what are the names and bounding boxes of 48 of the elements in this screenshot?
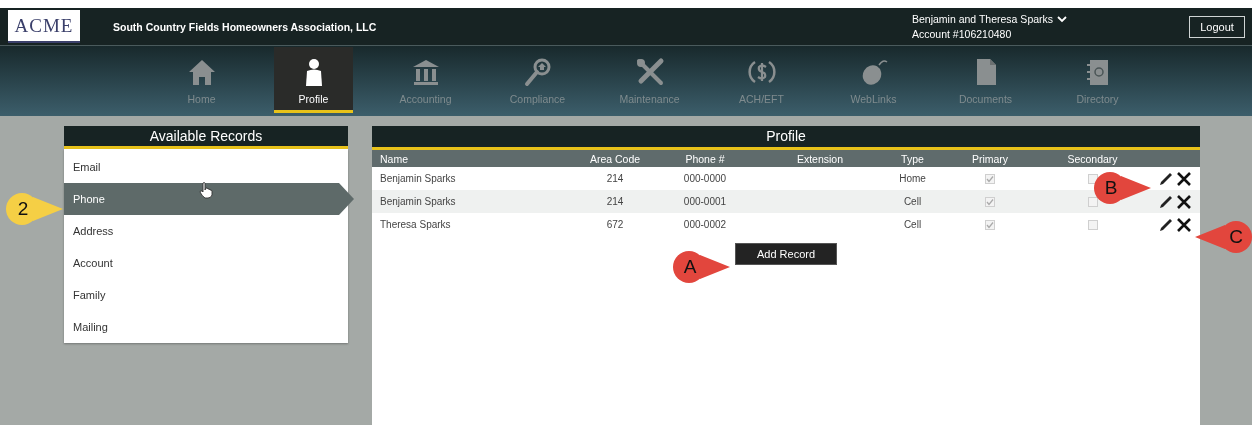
record-item[interactable]: Address <box>64 215 348 247</box>
pencil-icon[interactable] <box>1158 170 1174 187</box>
delete-icon[interactable] <box>1176 216 1192 233</box>
delete-icon[interactable] <box>1176 193 1192 210</box>
table-cell: Cell <box>903 196 922 207</box>
record-item[interactable]: Email <box>64 151 348 183</box>
column-header: Phone # <box>685 152 725 165</box>
column-header: Secondary <box>1067 152 1118 165</box>
table-cell: Cell <box>903 219 922 230</box>
add-record-button[interactable]: Add Record <box>735 243 837 265</box>
checkbox[interactable] <box>985 196 995 207</box>
logo: ACME <box>8 10 80 43</box>
delete-icon[interactable] <box>1176 170 1192 187</box>
table-cell: 000-0002 <box>683 219 727 230</box>
checkbox[interactable] <box>985 219 995 230</box>
table-cell: 214 <box>606 173 624 184</box>
table-cell-text: Benjamin Sparks <box>379 173 456 184</box>
table-cell: 672 <box>606 219 624 230</box>
checkbox[interactable] <box>1087 219 1098 230</box>
checkbox[interactable] <box>985 173 995 184</box>
table-cell-text: Theresa Sparks <box>379 219 451 230</box>
column-header: Area Code <box>589 152 641 165</box>
chevron-down-icon[interactable] <box>1057 15 1068 23</box>
user-name[interactable]: Benjamin and Theresa Sparks <box>912 13 1054 25</box>
checkbox[interactable] <box>1087 196 1098 207</box>
association-title: South Country Fields Homeowners Association, LLC <box>113 20 377 33</box>
column-header: Name <box>379 152 408 165</box>
table-cell-text: Benjamin Sparks <box>379 196 456 207</box>
nav-tab[interactable]: Profile <box>274 47 353 113</box>
table-cell: 214 <box>606 196 624 207</box>
table-cell: Home <box>899 173 926 184</box>
pencil-icon[interactable] <box>1158 216 1174 233</box>
magnifier-icon <box>522 57 553 87</box>
column-header: Extension <box>796 152 844 165</box>
table-cell: 000-0000 <box>683 173 727 184</box>
account-number: Account #106210480 <box>912 28 1013 40</box>
pencil-icon[interactable] <box>1158 193 1174 210</box>
panel-header: Profile <box>372 126 1200 150</box>
record-item[interactable]: Mailing <box>64 311 348 343</box>
record-item[interactable]: Account <box>64 247 348 279</box>
logout-button[interactable]: Logout <box>1189 15 1245 38</box>
record-item[interactable]: Family <box>64 279 348 311</box>
table-cell: 000-0001 <box>683 196 727 207</box>
panel-header: Available Records <box>64 126 348 149</box>
tools-icon <box>634 57 665 87</box>
pointer-hand-icon <box>199 182 213 199</box>
column-header: Type <box>901 152 924 165</box>
column-header: Primary <box>971 152 1009 165</box>
